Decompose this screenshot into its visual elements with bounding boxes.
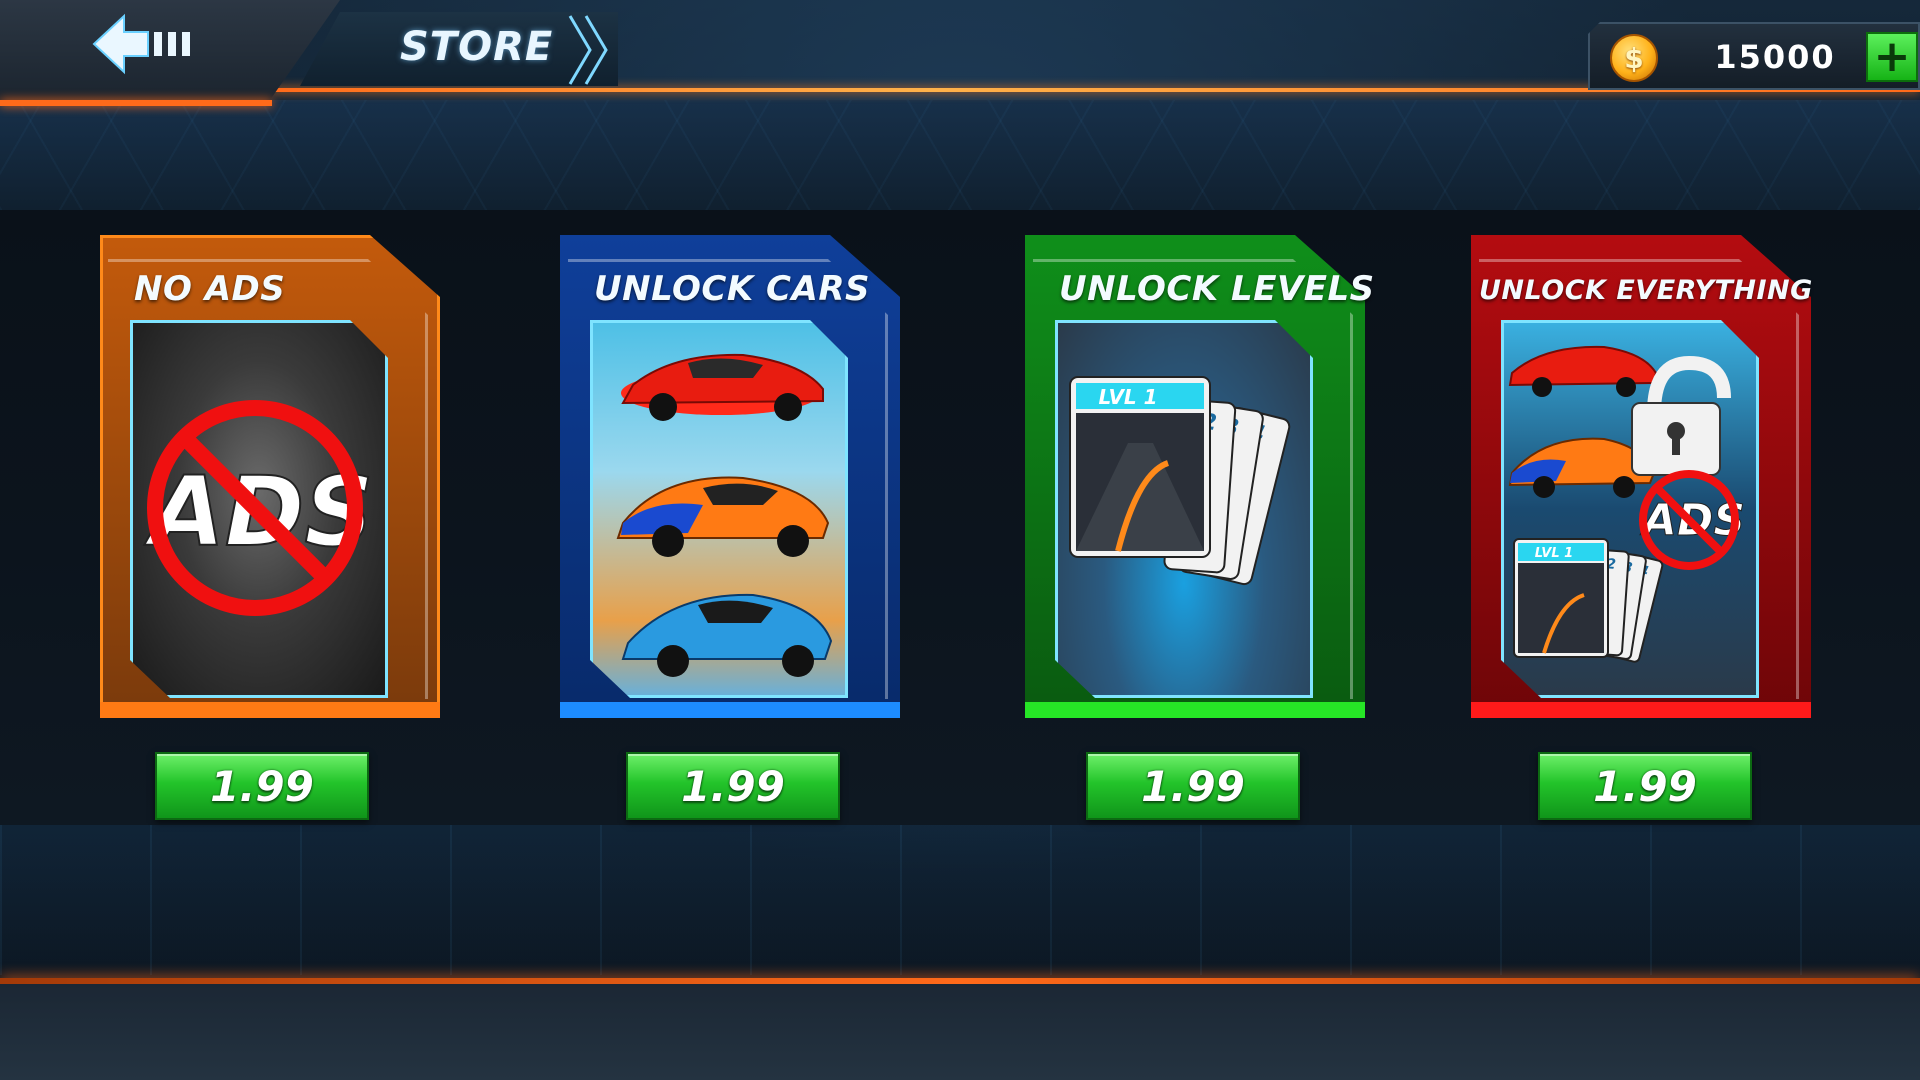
coin-balance: 15000 [1714, 38, 1836, 76]
hex-pattern-band [0, 100, 1920, 210]
card-image: ADS [130, 320, 388, 698]
card-title: UNLOCK CARS [594, 269, 870, 309]
everything-bundle-art: ADS 4 3 2 LVL 1 [1508, 345, 1746, 663]
price-button-unlock-cars[interactable]: 1.99 [626, 752, 840, 820]
level-label: LVL 1 [1098, 385, 1157, 409]
card-image: ADS 4 3 2 LVL 1 [1501, 320, 1759, 698]
card-image [590, 320, 848, 698]
back-plate-edge [0, 100, 272, 106]
car-showcase [616, 353, 833, 677]
red-sports-car-icon [1508, 345, 1658, 397]
no-ads-mini-icon: ADS [1639, 470, 1746, 570]
price-button-unlock-everything[interactable]: 1.99 [1538, 752, 1752, 820]
store-card-unlock-levels[interactable]: UNLOCK LEVELS 4 3 2 LVL 1 [1025, 235, 1374, 718]
blue-hypercar-icon [621, 593, 833, 677]
floor-grid [0, 825, 1920, 975]
store-card-no-ads[interactable]: NO ADS ADS [100, 235, 440, 718]
price-button-no-ads[interactable]: 1.99 [155, 752, 369, 820]
back-button[interactable] [90, 12, 200, 76]
card-bottom-bar [1471, 702, 1811, 718]
card-title: UNLOCK EVERYTHING [1479, 275, 1813, 306]
title-chevron-icon [568, 15, 608, 85]
price-button-unlock-levels[interactable]: 1.99 [1086, 752, 1300, 820]
coin-icon: $ [1610, 34, 1658, 82]
card-bottom-bar [1025, 702, 1365, 718]
store-card-unlock-cars[interactable]: UNLOCK CARS [560, 235, 900, 718]
card-bottom-bar [100, 702, 440, 718]
page-title: STORE [400, 24, 554, 70]
level-cards-art: 4 3 2 LVL 1 [1069, 376, 1291, 586]
card-title: NO ADS [134, 269, 286, 309]
store-card-unlock-everything[interactable]: UNLOCK EVERYTHING ADS [1471, 235, 1813, 718]
bottom-panel [0, 984, 1920, 1080]
level-label: LVL 1 [1535, 546, 1573, 561]
add-coins-button[interactable]: + [1866, 32, 1918, 82]
back-arrow-icon [92, 13, 190, 75]
red-sports-car-icon [621, 353, 824, 421]
no-ads-icon: ADS [142, 400, 375, 616]
card-title: UNLOCK LEVELS [1059, 269, 1375, 309]
orange-race-car-icon [616, 476, 830, 557]
card-image: 4 3 2 LVL 1 [1055, 320, 1313, 698]
card-bottom-bar [560, 702, 900, 718]
